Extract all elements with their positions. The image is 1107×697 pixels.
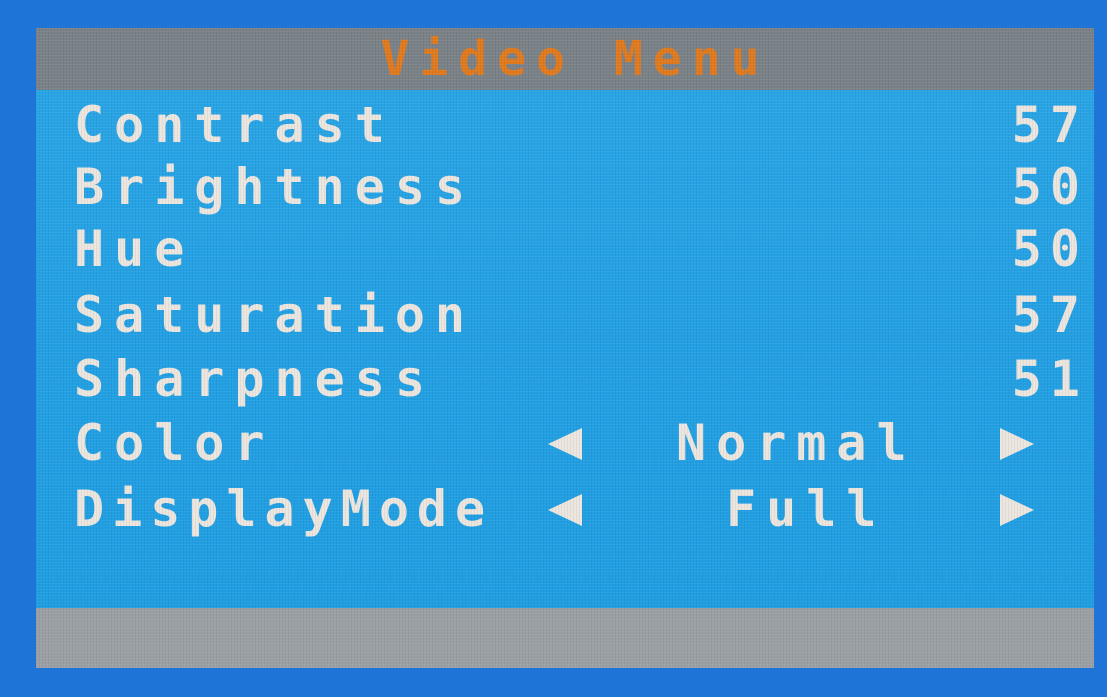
menu-item-value: 57 (1011, 96, 1088, 154)
menu-title: Video Menu (380, 31, 770, 87)
video-menu-osd: Video Menu Contrast 57 Brightness 50 Hue… (36, 28, 1094, 668)
triangle-right-icon[interactable] (1000, 494, 1034, 526)
menu-option-value: Normal (676, 414, 917, 472)
menu-item-displaymode[interactable]: DisplayMode Full (36, 474, 1094, 544)
menu-item-hue[interactable]: Hue 50 (36, 214, 1094, 284)
menu-item-label: Color (74, 414, 275, 472)
menu-option-value: Full (726, 480, 887, 538)
monitor-screen: Video Menu Contrast 57 Brightness 50 Hue… (0, 0, 1107, 697)
menu-item-brightness[interactable]: Brightness 50 (36, 152, 1094, 222)
menu-item-label: Hue (74, 220, 195, 278)
menu-item-color[interactable]: Color Normal (36, 408, 1094, 478)
title-bar: Video Menu (36, 28, 1094, 90)
triangle-right-icon[interactable] (1000, 428, 1034, 460)
menu-item-value: 57 (1011, 286, 1088, 344)
menu-item-saturation[interactable]: Saturation 57 (36, 280, 1094, 350)
menu-item-label: Sharpness (74, 350, 435, 408)
footer-bar (36, 608, 1094, 668)
triangle-left-icon[interactable] (548, 428, 582, 460)
menu-item-label: Contrast (74, 96, 395, 154)
menu-item-value: 51 (1011, 350, 1088, 408)
menu-item-contrast[interactable]: Contrast 57 (36, 90, 1094, 160)
triangle-left-icon[interactable] (548, 494, 582, 526)
menu-item-value: 50 (1011, 158, 1088, 216)
menu-item-label: Saturation (74, 286, 476, 344)
menu-item-sharpness[interactable]: Sharpness 51 (36, 344, 1094, 414)
menu-item-value: 50 (1011, 220, 1088, 278)
menu-item-label: DisplayMode (74, 480, 494, 538)
menu-item-label: Brightness (74, 158, 476, 216)
